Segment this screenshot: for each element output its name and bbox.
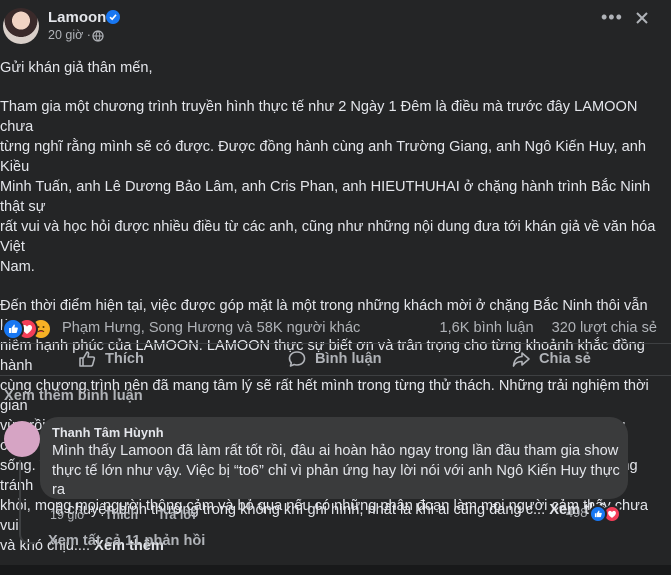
comment-button[interactable]: Bình luận — [287, 344, 381, 374]
comment-count[interactable]: 1,6K bình luận — [439, 320, 533, 336]
commenter-avatar[interactable] — [4, 421, 40, 457]
share-arrow-icon — [512, 352, 530, 367]
reply-thread-line — [19, 460, 35, 544]
thumbs-up-icon — [79, 351, 96, 367]
post-timestamp[interactable]: 20 giờ · — [48, 28, 91, 42]
post-paragraph: Tham gia một chương trình truyền hình th… — [0, 99, 656, 275]
view-replies-link[interactable]: Xem tất cả 11 phản hồi — [48, 533, 205, 549]
reaction-summary[interactable]: Phạm Hưng, Song Hương và 58K người khác — [62, 320, 360, 336]
post-counts: 1,6K bình luận 320 lượt chia sẻ — [425, 320, 657, 336]
view-more-comments-link[interactable]: Xem thêm bình luận — [4, 388, 143, 404]
comment-like-button[interactable]: Thích — [105, 508, 138, 522]
verified-badge-icon — [106, 10, 120, 24]
like-reaction-icon — [2, 318, 24, 340]
post-paragraph: Gửi khán giả thân mến, — [0, 60, 153, 76]
like-button[interactable]: Thích — [77, 344, 144, 374]
share-count[interactable]: 320 lượt chia sẻ — [552, 320, 657, 336]
post-card: Lamoon 20 giờ · ••• Gửi khán giả thân mế… — [0, 0, 671, 565]
comment-meta: 19 giờ Thích Trả lời — [50, 508, 212, 522]
commenter-name[interactable]: Thanh Tâm Hùynh — [52, 425, 164, 440]
comment-time[interactable]: 19 giờ — [50, 508, 85, 522]
comment-reply-button[interactable]: Trả lời — [158, 508, 196, 522]
globe-icon — [92, 30, 104, 42]
comment-reaction-count[interactable]: 498 — [566, 505, 587, 520]
divider — [0, 375, 671, 376]
like-reaction-icon — [589, 505, 607, 523]
author-avatar[interactable] — [3, 8, 39, 44]
comment-reaction-icons[interactable] — [589, 505, 625, 523]
close-icon[interactable] — [634, 10, 650, 26]
speech-bubble-icon — [288, 351, 306, 367]
more-horizontal-icon[interactable]: ••• — [601, 8, 622, 26]
author-name[interactable]: Lamoon — [48, 9, 106, 26]
share-button[interactable]: Chia sẻ — [511, 344, 591, 374]
